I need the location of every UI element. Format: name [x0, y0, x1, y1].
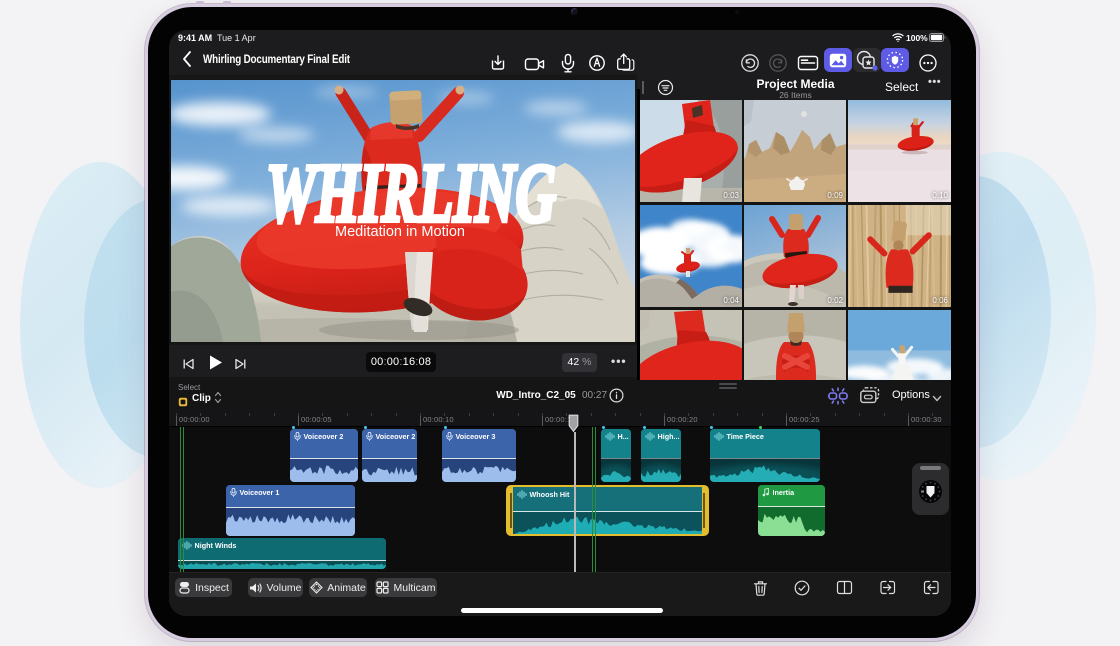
- svg-text:Meditation in Motion: Meditation in Motion: [335, 223, 465, 240]
